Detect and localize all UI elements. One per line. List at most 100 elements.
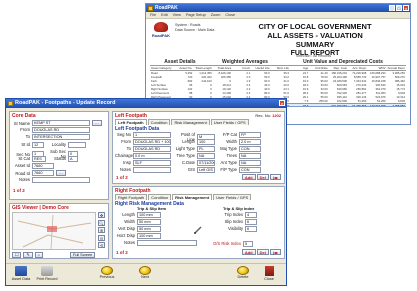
refresh-icon[interactable]: ⟲ — [98, 242, 105, 248]
field-input[interactable]: 0.0 m — [133, 153, 171, 159]
left-footpath-field-row: C.Date07/11/2000 — [173, 160, 215, 166]
st-name-lookup-button[interactable]: … — [92, 120, 102, 126]
previous-button[interactable]: Previous — [96, 266, 118, 279]
right-footpath-panel: Right Footpath Right Footpath Condition … — [112, 186, 285, 259]
zoom-icon[interactable]: 🔍 — [98, 219, 105, 226]
add-button[interactable]: Add — [241, 174, 256, 180]
section-asset-details: Asset Details — [164, 59, 196, 65]
close-button[interactable]: Close — [258, 266, 280, 281]
field-input[interactable]: 100 — [197, 139, 215, 145]
toolbar-page-setup[interactable]: Page Setup — [185, 13, 207, 17]
stcat-select[interactable]: RES — [32, 156, 46, 162]
tab-risk-management[interactable]: Risk Management — [171, 119, 210, 125]
field-input[interactable]: 100 mm — [137, 212, 161, 218]
field-input[interactable] — [133, 167, 171, 173]
report-header: RoadPAK System : Roads Data Source : Mai… — [150, 22, 406, 57]
tab-user-fields[interactable]: User Fields / GPS — [210, 119, 249, 125]
field-input[interactable]: NA — [239, 160, 261, 166]
asset-data-button[interactable]: Asset Data — [10, 266, 32, 281]
add-button[interactable]: Add — [241, 249, 256, 255]
gis-map[interactable] — [12, 212, 96, 250]
index-select[interactable]: 6 — [245, 219, 257, 225]
road-lookup-button[interactable]: … — [56, 170, 66, 176]
field-input[interactable]: Left GIS — [197, 167, 215, 173]
delete-button[interactable]: Delete — [232, 266, 254, 279]
field-input[interactable]: 1 — [133, 132, 171, 138]
field-input[interactable]: FP — [239, 132, 261, 138]
index-label: Slip Index — [224, 219, 243, 225]
tab-user-fields[interactable]: User Fields / GPS — [213, 194, 252, 200]
column-header: Age — [302, 66, 309, 70]
dialog-bottom-bar: Asset Data Print Record Previous Next De… — [6, 263, 286, 285]
toolbar-file[interactable]: File — [149, 13, 157, 17]
status-select[interactable]: A — [68, 156, 78, 162]
index-label: Trip Index — [224, 212, 243, 218]
roadid-field[interactable]: 7660 — [32, 170, 54, 176]
asset-data-icon — [15, 266, 27, 276]
zoom-in-icon[interactable]: ⊕ — [98, 227, 105, 233]
right-footpath-field-row: Length 100 mm — [115, 212, 161, 218]
select-icon[interactable]: ☐ — [12, 252, 22, 258]
field-input[interactable]: 07/11/2000 — [197, 160, 215, 166]
field-input[interactable]: 2.0 m — [239, 139, 261, 145]
stcat-row: St Cat RES Status A — [12, 156, 78, 162]
field-input[interactable]: 50 mm — [137, 219, 161, 225]
field-input[interactable]: CON — [239, 146, 261, 152]
close-icon[interactable]: × — [403, 5, 409, 11]
zoom-out-icon[interactable]: ⊖ — [98, 234, 105, 241]
left-footpath-field-row: GIS Left GIS — [173, 167, 215, 173]
toolbar-close[interactable]: Close — [224, 13, 236, 17]
edit-icon[interactable]: ✎ — [23, 252, 33, 258]
home-icon[interactable]: ⌂ — [34, 252, 43, 258]
right-footpath-field-row: Width 50 mm — [115, 219, 161, 225]
field-input[interactable]: CON — [239, 167, 261, 173]
toolbar-zoom[interactable]: Zoom — [210, 13, 222, 17]
del-button[interactable]: Del — [256, 249, 269, 255]
minimize-button[interactable]: _ — [389, 5, 395, 11]
field-input[interactable] — [137, 240, 197, 246]
report-filter: Selection : All Records — [296, 54, 332, 58]
assetid-field[interactable]: 7660 — [32, 163, 54, 169]
delete-icon — [237, 266, 249, 275]
notes-field[interactable] — [32, 177, 90, 183]
field-input[interactable]: PL — [197, 146, 215, 152]
pan-icon[interactable]: ✥ — [98, 212, 105, 218]
field-input[interactable]: DOUGLAS RD — [133, 146, 171, 152]
maximize-button[interactable]: □ — [396, 5, 402, 11]
close-icon[interactable]: × — [279, 100, 285, 106]
field-label: Notes — [124, 240, 135, 246]
print-record-button[interactable]: Print Record — [36, 266, 58, 281]
total-cell: — — [324, 104, 328, 106]
nav-arrows-button[interactable]: |◂▸ — [269, 174, 281, 180]
table-cell: 51,250 — [357, 99, 367, 103]
risk-index-field[interactable]: 5 — [242, 241, 253, 247]
print-record-label: Print Record — [36, 277, 58, 281]
table-cell: 250.00 — [319, 99, 328, 103]
toolbar-view[interactable]: View — [172, 13, 182, 17]
index-select[interactable]: 4 — [245, 212, 257, 218]
to-field[interactable]: INTERSECTION — [32, 134, 90, 140]
field-input[interactable]: NA — [197, 153, 215, 159]
trip-slip-index-row: Trip Index 4 — [221, 212, 257, 218]
del-button[interactable]: Del — [256, 174, 269, 180]
index-select[interactable]: 6 — [245, 226, 257, 232]
next-button[interactable]: Next — [134, 266, 156, 279]
risk-index-label: O/S Risk Index — [213, 241, 241, 247]
field-input[interactable]: 100 mm — [137, 233, 161, 239]
nav-arrows-button[interactable]: |◂▸ — [269, 249, 281, 255]
st-name-field[interactable]: KEMP ST — [32, 120, 90, 126]
field-input[interactable]: SLF — [133, 160, 171, 166]
field-input[interactable]: NA — [239, 153, 261, 159]
full-screen-button[interactable]: Full Screen — [70, 252, 96, 258]
from-field[interactable]: DOUGLAS RD — [32, 127, 90, 133]
stid-field[interactable]: 12 — [32, 142, 44, 148]
field-input[interactable]: DOUGLAS RD + 100 — [133, 139, 171, 145]
meta-data-source: Data Source : Main Data — [175, 27, 215, 32]
toolbar-edit[interactable]: Edit — [160, 13, 169, 17]
update-record-dialog: RoadPAK - Footpaths - Update Record × Co… — [5, 98, 287, 286]
total-cell: 140,624,396 — [370, 104, 386, 106]
report-titlebar: RoadPAK _ □ × — [146, 4, 410, 12]
field-input[interactable]: 50 mm — [137, 226, 161, 232]
gis-bottom-tools: ☐ ✎ ⌂ — [12, 252, 43, 258]
locality-field[interactable] — [68, 142, 86, 148]
